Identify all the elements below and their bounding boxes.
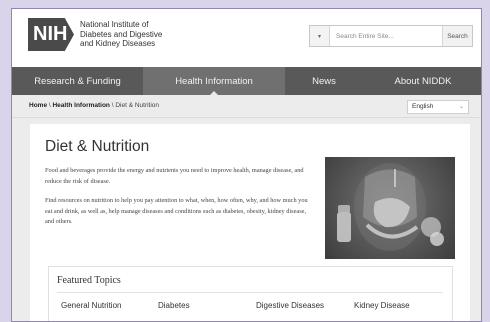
chevron-down-icon: ▾: [317, 33, 321, 40]
topic-general-nutrition[interactable]: General Nutrition: [61, 301, 121, 310]
search-input[interactable]: [330, 26, 442, 46]
search-scope-dropdown[interactable]: ▾: [310, 26, 330, 46]
nav-about-niddk[interactable]: About NIDDK: [363, 67, 481, 95]
divider: [57, 292, 443, 293]
digestive-system-illustration: [337, 163, 444, 251]
topic-digestive-diseases[interactable]: Digestive Diseases: [256, 301, 324, 310]
nih-logo-badge: NIH: [28, 18, 74, 51]
search-button[interactable]: Search: [442, 26, 472, 46]
language-selected: English: [412, 103, 434, 110]
chevron-down-icon: ⌄: [458, 104, 464, 110]
logo-line-1: National Institute of: [80, 20, 149, 30]
breadcrumb-bar: Home \ Health Information \ Diet & Nutri…: [12, 95, 481, 118]
breadcrumb: Home \ Health Information \ Diet & Nutri…: [29, 102, 159, 109]
logo-text: National Institute of Diabetes and Diges…: [80, 20, 162, 49]
language-select[interactable]: English ⌄: [407, 100, 469, 114]
hero-image: [325, 157, 455, 259]
breadcrumb-current: Diet & Nutrition: [115, 102, 160, 109]
resources-paragraph: Find resources on nutrition to help you …: [45, 197, 308, 225]
main-content: Diet & Nutrition Food and beverages prov…: [12, 118, 481, 321]
nav-research-funding[interactable]: Research & Funding: [12, 67, 143, 95]
topic-diabetes[interactable]: Diabetes: [158, 301, 190, 310]
nav-news[interactable]: News: [285, 67, 363, 95]
intro-paragraph: Food and beverages provide the energy an…: [45, 167, 304, 185]
breadcrumb-health-information[interactable]: Health Information: [52, 102, 109, 109]
topic-kidney-disease[interactable]: Kidney Disease: [354, 301, 410, 310]
logo-line-3: and Kidney Diseases: [80, 39, 156, 49]
niddk-logo[interactable]: NIH National Institute of Diabetes and D…: [28, 18, 162, 51]
site-search: ▾ Search: [309, 25, 473, 47]
browser-frame: NIH National Institute of Diabetes and D…: [11, 8, 482, 322]
content-card: Diet & Nutrition Food and beverages prov…: [30, 124, 470, 321]
nav-health-information[interactable]: Health Information: [143, 67, 285, 95]
site-header: NIH National Institute of Diabetes and D…: [12, 9, 481, 67]
breadcrumb-home[interactable]: Home: [29, 102, 47, 109]
featured-topics: Featured Topics General Nutrition Diabet…: [48, 266, 453, 321]
featured-topics-title: Featured Topics: [57, 275, 121, 286]
logo-line-2: Diabetes and Digestive: [80, 29, 163, 39]
main-nav: Research & Funding Health Information Ne…: [12, 67, 481, 95]
page-title: Diet & Nutrition: [45, 138, 150, 155]
